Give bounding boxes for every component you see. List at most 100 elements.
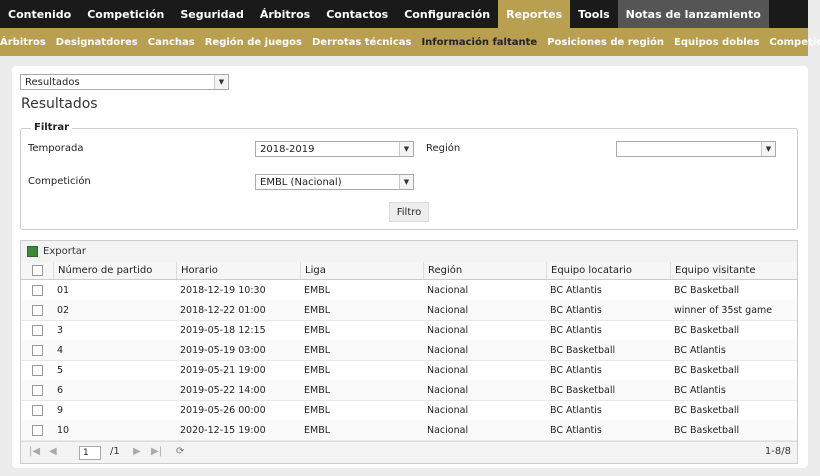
topnav-competicion[interactable]: Competición xyxy=(79,0,172,28)
table-cell: 5 xyxy=(57,364,64,376)
col-visitante[interactable]: Equipo visitante xyxy=(670,262,797,279)
subnav-derrotas[interactable]: Derrotas técnicas xyxy=(307,37,416,48)
table-cell: 9 xyxy=(57,404,64,416)
region-select[interactable]: ▼ xyxy=(616,141,776,157)
row-checkbox[interactable] xyxy=(21,400,53,420)
table-row[interactable]: 10 2020-12-15 19:00 EMBL Nacional BC Atlanti… xyxy=(21,420,797,441)
checkbox-box[interactable] xyxy=(31,304,43,316)
last-page-icon[interactable]: ▶| xyxy=(151,446,162,457)
topnav-tools[interactable]: Tools xyxy=(570,0,617,28)
chevron-down-icon: ▼ xyxy=(399,175,413,189)
col-region[interactable]: Región xyxy=(423,262,546,279)
subnav-arbitros[interactable]: Árbitros xyxy=(0,37,51,48)
topnav-reportes[interactable]: Reportes xyxy=(498,0,571,28)
table-row[interactable]: 6 2019-05-22 14:00 EMBL Nacional BC Basketba… xyxy=(21,380,797,401)
topnav-notas[interactable]: Notas de lanzamiento xyxy=(617,0,769,28)
topnav-contactos[interactable]: Contactos xyxy=(318,0,396,28)
checkbox-box[interactable] xyxy=(31,265,43,276)
competition-select[interactable]: EMBL (Nacional) ▼ xyxy=(255,174,414,190)
topnav-contenido[interactable]: Contenido xyxy=(0,0,79,28)
row-checkbox[interactable] xyxy=(21,340,53,360)
table-cell: EMBL xyxy=(304,364,331,376)
excel-icon[interactable] xyxy=(27,246,38,257)
season-label: Temporada xyxy=(28,143,84,154)
row-checkbox[interactable] xyxy=(21,360,53,380)
subnav-info-faltante[interactable]: Información faltante xyxy=(416,37,542,48)
table-row[interactable]: 01 2018-12-19 10:30 EMBL Nacional BC Atlanti… xyxy=(21,280,797,301)
checkbox-box[interactable] xyxy=(31,364,43,376)
subnav-competicion[interactable]: Competición xyxy=(764,37,820,48)
topnav-seguridad[interactable]: Seguridad xyxy=(172,0,251,28)
season-select[interactable]: 2018-2019 ▼ xyxy=(255,141,414,157)
table-cell: BC Basketball xyxy=(674,364,740,376)
table-cell: 2019-05-19 03:00 xyxy=(180,344,266,356)
table-cell: BC Atlantis xyxy=(674,344,726,356)
table-cell: 6 xyxy=(57,384,64,396)
table-cell: BC Atlantis xyxy=(550,304,602,316)
col-numero[interactable]: Número de partido xyxy=(53,262,176,279)
chevron-down-icon: ▼ xyxy=(761,142,775,156)
subnav-designatdores[interactable]: Designatdores xyxy=(51,37,143,48)
subnav-posiciones[interactable]: Posiciones de región xyxy=(542,37,669,48)
grid-header: Número de partido Horario Liga Región Eq… xyxy=(21,262,797,280)
row-checkbox[interactable] xyxy=(21,280,53,300)
page-input[interactable]: 1 xyxy=(79,446,101,460)
table-row[interactable]: 4 2019-05-19 03:00 EMBL Nacional BC Basketba… xyxy=(21,340,797,361)
table-cell: BC Basketball xyxy=(674,424,740,436)
subnav-equipos-dobles[interactable]: Equipos dobles xyxy=(669,37,764,48)
table-cell: winner of 35st game xyxy=(674,304,773,316)
checkbox-box[interactable] xyxy=(31,324,43,336)
checkbox-box[interactable] xyxy=(31,344,43,356)
competition-select-value: EMBL (Nacional) xyxy=(260,176,342,188)
row-checkbox[interactable] xyxy=(21,380,53,400)
table-cell: EMBL xyxy=(304,404,331,416)
export-button[interactable]: Exportar xyxy=(43,246,86,257)
page-title: Resultados xyxy=(21,96,98,112)
table-cell: 10 xyxy=(57,424,70,436)
next-page-icon[interactable]: ▶ xyxy=(133,446,141,457)
first-page-icon[interactable]: |◀ xyxy=(29,446,40,457)
checkbox-box[interactable] xyxy=(31,284,43,296)
table-cell: BC Basketball xyxy=(550,344,616,356)
table-cell: BC Atlantis xyxy=(550,364,602,376)
col-locatario[interactable]: Equipo locatario xyxy=(546,262,670,279)
table-cell: 2019-05-26 00:00 xyxy=(180,404,266,416)
table-cell: BC Basketball xyxy=(674,324,740,336)
refresh-icon[interactable]: ⟳ xyxy=(176,446,184,457)
table-cell: 2018-12-22 01:00 xyxy=(180,304,266,316)
checkbox-box[interactable] xyxy=(31,384,43,396)
checkbox-box[interactable] xyxy=(31,424,43,436)
row-checkbox[interactable] xyxy=(21,420,53,440)
filter-fieldset: Filtrar Temporada 2018-2019 ▼ Región ▼ C… xyxy=(20,122,798,230)
prev-page-icon[interactable]: ◀ xyxy=(49,446,57,457)
table-cell: EMBL xyxy=(304,304,331,316)
table-row[interactable]: 02 2018-12-22 01:00 EMBL Nacional BC Atlanti… xyxy=(21,300,797,321)
table-row[interactable]: 9 2019-05-26 00:00 EMBL Nacional BC Atlantis… xyxy=(21,400,797,421)
sub-navigation: Árbitros Designatdores Canchas Región de… xyxy=(0,28,820,56)
table-cell: BC Atlantis xyxy=(550,284,602,296)
chevron-down-icon: ▼ xyxy=(214,75,228,89)
table-cell: Nacional xyxy=(427,384,469,396)
row-checkbox[interactable] xyxy=(21,320,53,340)
table-cell: EMBL xyxy=(304,384,331,396)
table-cell: Nacional xyxy=(427,324,469,336)
grid-toolbar: Exportar xyxy=(21,241,797,263)
col-horario[interactable]: Horario xyxy=(176,262,300,279)
main-panel: Resultados ▼ Resultados Filtrar Temporad… xyxy=(12,66,808,468)
topnav-arbitros[interactable]: Árbitros xyxy=(252,0,318,28)
checkbox-box[interactable] xyxy=(31,404,43,416)
table-row[interactable]: 3 2019-05-18 12:15 EMBL Nacional BC Atlantis… xyxy=(21,320,797,341)
select-all-checkbox[interactable] xyxy=(21,262,53,279)
competition-label: Competición xyxy=(28,176,91,187)
table-row[interactable]: 5 2019-05-21 19:00 EMBL Nacional BC Atlantis… xyxy=(21,360,797,381)
filter-button[interactable]: Filtro xyxy=(389,202,429,222)
region-label: Región xyxy=(426,143,461,154)
report-select[interactable]: Resultados ▼ xyxy=(20,74,229,90)
subnav-region-juegos[interactable]: Región de juegos xyxy=(200,37,307,48)
row-checkbox[interactable] xyxy=(21,300,53,320)
subnav-canchas[interactable]: Canchas xyxy=(143,37,200,48)
table-cell: 2019-05-22 14:00 xyxy=(180,384,266,396)
table-cell: BC Atlantis xyxy=(550,324,602,336)
col-liga[interactable]: Liga xyxy=(300,262,423,279)
topnav-configuracion[interactable]: Configuración xyxy=(396,0,498,28)
